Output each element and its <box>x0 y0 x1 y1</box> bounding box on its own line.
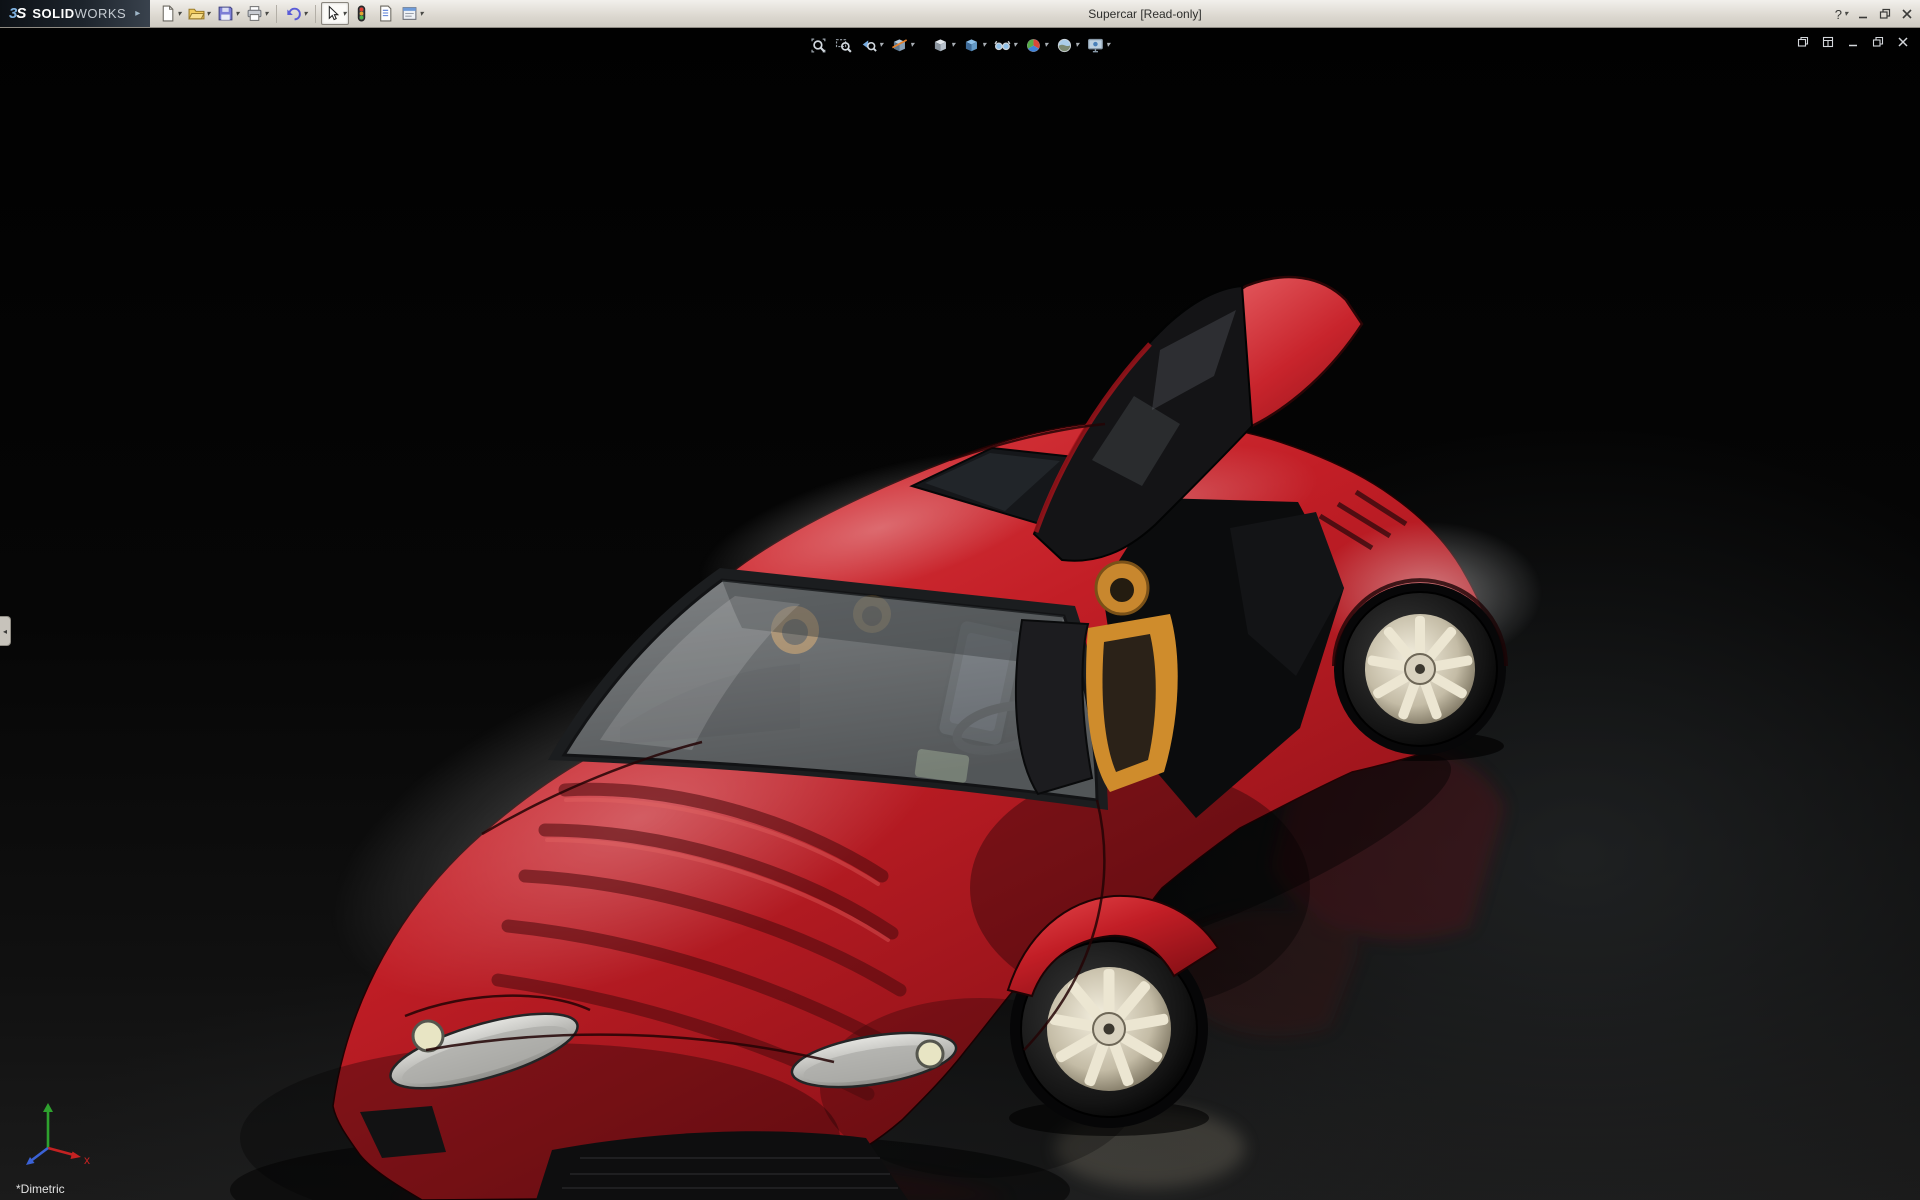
new-document-icon <box>159 5 176 22</box>
dropdown-arrow-icon[interactable]: ▾ <box>879 41 883 49</box>
dropdown-arrow-icon[interactable]: ▾ <box>910 41 914 49</box>
restore-button[interactable] <box>1878 7 1892 21</box>
view-orientation-label: *Dimetric <box>16 1182 65 1196</box>
open-folder-icon <box>188 5 205 22</box>
apply-scene-icon <box>1056 37 1073 54</box>
dropdown-arrow-icon[interactable]: ▾ <box>303 10 307 18</box>
window-controls: ? ▾ <box>1835 0 1914 28</box>
previous-view-icon <box>860 37 877 54</box>
file-properties-icon <box>377 5 394 22</box>
hide-show-glasses-icon <box>994 37 1011 54</box>
cascade-window-button[interactable] <box>1796 35 1810 49</box>
minimize-button[interactable] <box>1856 7 1870 21</box>
triad-x-axis <box>71 1152 82 1160</box>
document-restore-button[interactable] <box>1871 35 1885 49</box>
options-button[interactable]: ▾ <box>398 2 426 25</box>
solidworks-logo: 3S SOLIDWORKS ▸ <box>0 0 150 27</box>
minimize-icon <box>1846 35 1860 49</box>
undo-button[interactable]: ▾ <box>282 2 310 25</box>
file-properties-button[interactable] <box>374 2 397 25</box>
rebuild-traffic-light-icon <box>353 5 370 22</box>
main-toolbar: ▾ ▾ ▾ ▾ ▾ ▾ <box>150 2 432 25</box>
print-button[interactable]: ▾ <box>243 2 271 25</box>
view-orientation-cube-icon <box>932 37 949 54</box>
open-button[interactable]: ▾ <box>185 2 213 25</box>
zoom-to-fit-button[interactable] <box>807 33 830 57</box>
dropdown-arrow-icon[interactable]: ▾ <box>1106 41 1110 49</box>
new-document-button[interactable]: ▾ <box>156 2 184 25</box>
restore-icon <box>1878 7 1892 21</box>
dropdown-arrow-icon[interactable]: ▾ <box>177 10 181 18</box>
save-icon <box>217 5 234 22</box>
document-close-button[interactable] <box>1896 35 1910 49</box>
rear-wheel[interactable] <box>1334 580 1506 755</box>
section-view-icon <box>891 37 908 54</box>
driver-seat[interactable] <box>1016 620 1092 794</box>
hide-show-items-button[interactable]: ▾ <box>991 33 1020 57</box>
dropdown-arrow-icon[interactable]: ▾ <box>1044 41 1048 49</box>
dropdown-arrow-icon[interactable]: ▾ <box>1013 41 1017 49</box>
edit-appearance-button[interactable]: ▾ <box>1022 33 1051 57</box>
display-style-button[interactable]: ▾ <box>960 33 989 57</box>
toolbar-separator <box>276 5 277 23</box>
edit-appearance-ball-icon <box>1025 37 1042 54</box>
close-button[interactable] <box>1900 7 1914 21</box>
3ds-logo-icon: 3S <box>9 5 25 22</box>
headlight-right-projector <box>917 1041 943 1067</box>
apply-scene-button[interactable]: ▾ <box>1053 33 1082 57</box>
rebuild-button[interactable] <box>350 2 373 25</box>
select-button[interactable]: ▾ <box>321 2 349 25</box>
section-view-button[interactable]: ▾ <box>888 33 917 57</box>
toolbar-separator <box>315 5 316 23</box>
undo-icon <box>285 5 302 22</box>
previous-view-button[interactable]: ▾ <box>857 33 886 57</box>
triad-x-label: x <box>84 1153 90 1167</box>
triad-y-axis <box>43 1103 53 1112</box>
options-window-icon <box>401 5 418 22</box>
featuremanager-collapse-tab[interactable]: ◂ <box>0 616 11 646</box>
dropdown-arrow-icon[interactable]: ▾ <box>206 10 210 18</box>
tile-window-button[interactable] <box>1821 35 1835 49</box>
view-settings-icon <box>1087 37 1104 54</box>
save-button[interactable]: ▾ <box>214 2 242 25</box>
document-window-controls <box>1796 35 1910 49</box>
dropdown-arrow-icon[interactable]: ▾ <box>1844 10 1848 18</box>
window-title: Supercar [Read-only] <box>1088 0 1201 28</box>
view-settings-button[interactable]: ▾ <box>1084 33 1113 57</box>
supercar-model[interactable] <box>0 28 1920 1200</box>
dropdown-arrow-icon[interactable]: ▾ <box>951 41 955 49</box>
close-icon <box>1896 35 1910 49</box>
dropdown-arrow-icon[interactable]: ▾ <box>1075 41 1079 49</box>
logo-expand-arrow[interactable]: ▸ <box>135 8 140 19</box>
tile-window-icon <box>1821 35 1835 49</box>
zoom-to-fit-icon <box>810 37 827 54</box>
headsup-toolbar: ▾ ▾ ▾ ▾ ▾ ▾ ▾ ▾ <box>807 33 1113 57</box>
titlebar: 3S SOLIDWORKS ▸ ▾ ▾ ▾ ▾ ▾ ▾ <box>0 0 1920 28</box>
dropdown-arrow-icon[interactable]: ▾ <box>982 41 986 49</box>
viewport-3d[interactable]: ▾ ▾ ▾ ▾ ▾ ▾ ▾ ▾ <box>0 28 1920 1200</box>
minimize-icon <box>1856 7 1870 21</box>
close-icon <box>1900 7 1914 21</box>
headlight-left-projector <box>413 1021 443 1051</box>
dropdown-arrow-icon[interactable]: ▾ <box>235 10 239 18</box>
brand-text: SOLIDWORKS <box>32 6 126 21</box>
dropdown-arrow-icon[interactable]: ▾ <box>419 10 423 18</box>
select-cursor-icon <box>324 5 341 22</box>
print-icon <box>246 5 263 22</box>
zoom-to-area-icon <box>835 37 852 54</box>
orientation-triad: x <box>14 1098 98 1178</box>
dropdown-arrow-icon[interactable]: ▾ <box>342 10 346 18</box>
help-button[interactable]: ? ▾ <box>1835 7 1848 22</box>
dropdown-arrow-icon[interactable]: ▾ <box>264 10 268 18</box>
zoom-to-area-button[interactable] <box>832 33 855 57</box>
view-orientation-button[interactable]: ▾ <box>929 33 958 57</box>
restore-icon <box>1871 35 1885 49</box>
cascade-window-icon <box>1796 35 1810 49</box>
display-style-icon <box>963 37 980 54</box>
document-minimize-button[interactable] <box>1846 35 1860 49</box>
